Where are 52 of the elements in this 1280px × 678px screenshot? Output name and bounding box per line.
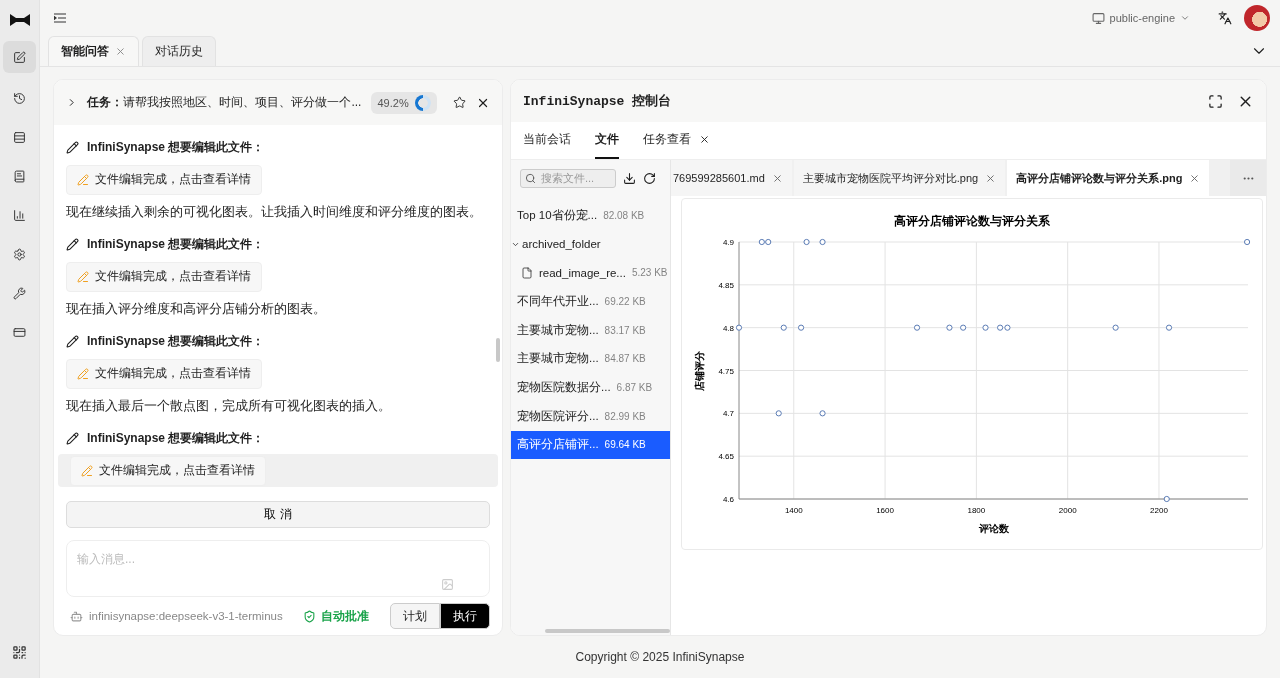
file-name: 宠物医院数据分... (517, 379, 611, 395)
x-tick-label: 1600 (876, 506, 894, 515)
copyright-text: Copyright © 2025 InfiniSynapse (574, 649, 746, 666)
file-size: 69.22 KB (604, 295, 646, 307)
y-tick-label: 4.6 (722, 495, 734, 504)
file-size: 84.87 KB (604, 353, 646, 365)
tab-label: 769599285601.md (673, 172, 765, 184)
message-text: 现在插入最后一个散点图，完成所有可视化图表的插入。 (66, 398, 392, 415)
tab-label: 任务查看 (643, 131, 691, 148)
tab-label: 智能问答 (61, 43, 109, 60)
tab-label: 文件 (595, 131, 619, 148)
edit-notice: InfiniSynapse 想要编辑此文件： (87, 429, 265, 447)
file-name: 主要城市宠物... (517, 351, 599, 367)
y-tick-label: 4.85 (718, 280, 734, 290)
console-title: InfiniSynapse 控制台 (523, 93, 673, 110)
y-tick-label: 4.65 (718, 452, 734, 462)
file-size: 83.17 KB (604, 324, 646, 336)
y-axis-label: 店铺评分 (694, 350, 705, 391)
folder-name: archived_folder (522, 238, 601, 251)
file-name: 宠物医院评分... (517, 408, 599, 424)
tab-label: 当前会话 (523, 131, 571, 148)
message-text: 现在继续插入剩余的可视化图表。让我插入时间维度和评分维度的图表。 (66, 204, 483, 221)
chart-title: 高评分店铺评论数与评分关系 (894, 215, 1050, 227)
y-tick-label: 4.8 (722, 323, 734, 333)
y-tick-label: 4.75 (718, 366, 734, 376)
file-size: 69.64 KB (604, 439, 646, 451)
file-size: 6.87 KB (616, 381, 653, 393)
file-name: 主要城市宠物... (517, 322, 599, 338)
x-tick-label: 1800 (967, 506, 986, 515)
file-name: 高评分店铺评... (517, 437, 599, 453)
y-tick-label: 4.7 (722, 409, 734, 419)
task-title: 任务：请帮我按照地区、时间、项目、评分做一个... (87, 94, 362, 111)
message-text: 现在插入评分维度和高评分店铺分析的图表。 (66, 301, 327, 318)
model-name: infinisynapse:deepseek-v3-1-terminus (89, 610, 283, 622)
tab-label: 高评分店铺评论数与评分关系.png (1016, 170, 1183, 186)
x-tick-label: 2200 (1150, 506, 1168, 515)
edit-notice: InfiniSynapse 想要编辑此文件： (87, 138, 265, 156)
x-axis-label: 评论数 (978, 523, 1009, 534)
file-size: 82.99 KB (604, 410, 646, 422)
file-name: read_image_re... (539, 266, 626, 279)
file-size: 5.23 KB (631, 267, 668, 279)
edit-notice: InfiniSynapse 想要编辑此文件： (87, 332, 265, 350)
x-tick-label: 2000 (1058, 506, 1077, 515)
tab-label: 对话历史 (155, 43, 203, 60)
y-tick-label: 4.9 (722, 238, 734, 247)
edit-notice: InfiniSynapse 想要编辑此文件： (87, 235, 265, 253)
progress-reading: 49.2% (377, 96, 409, 109)
file-size: 82.08 KB (603, 209, 645, 221)
tab-label: 主要城市宠物医院平均评分对比.png (802, 170, 979, 186)
file-name: 不同年代开业... (517, 293, 599, 309)
x-tick-label: 1400 (784, 506, 803, 515)
file-name: Top 10省份宠... (517, 207, 598, 223)
